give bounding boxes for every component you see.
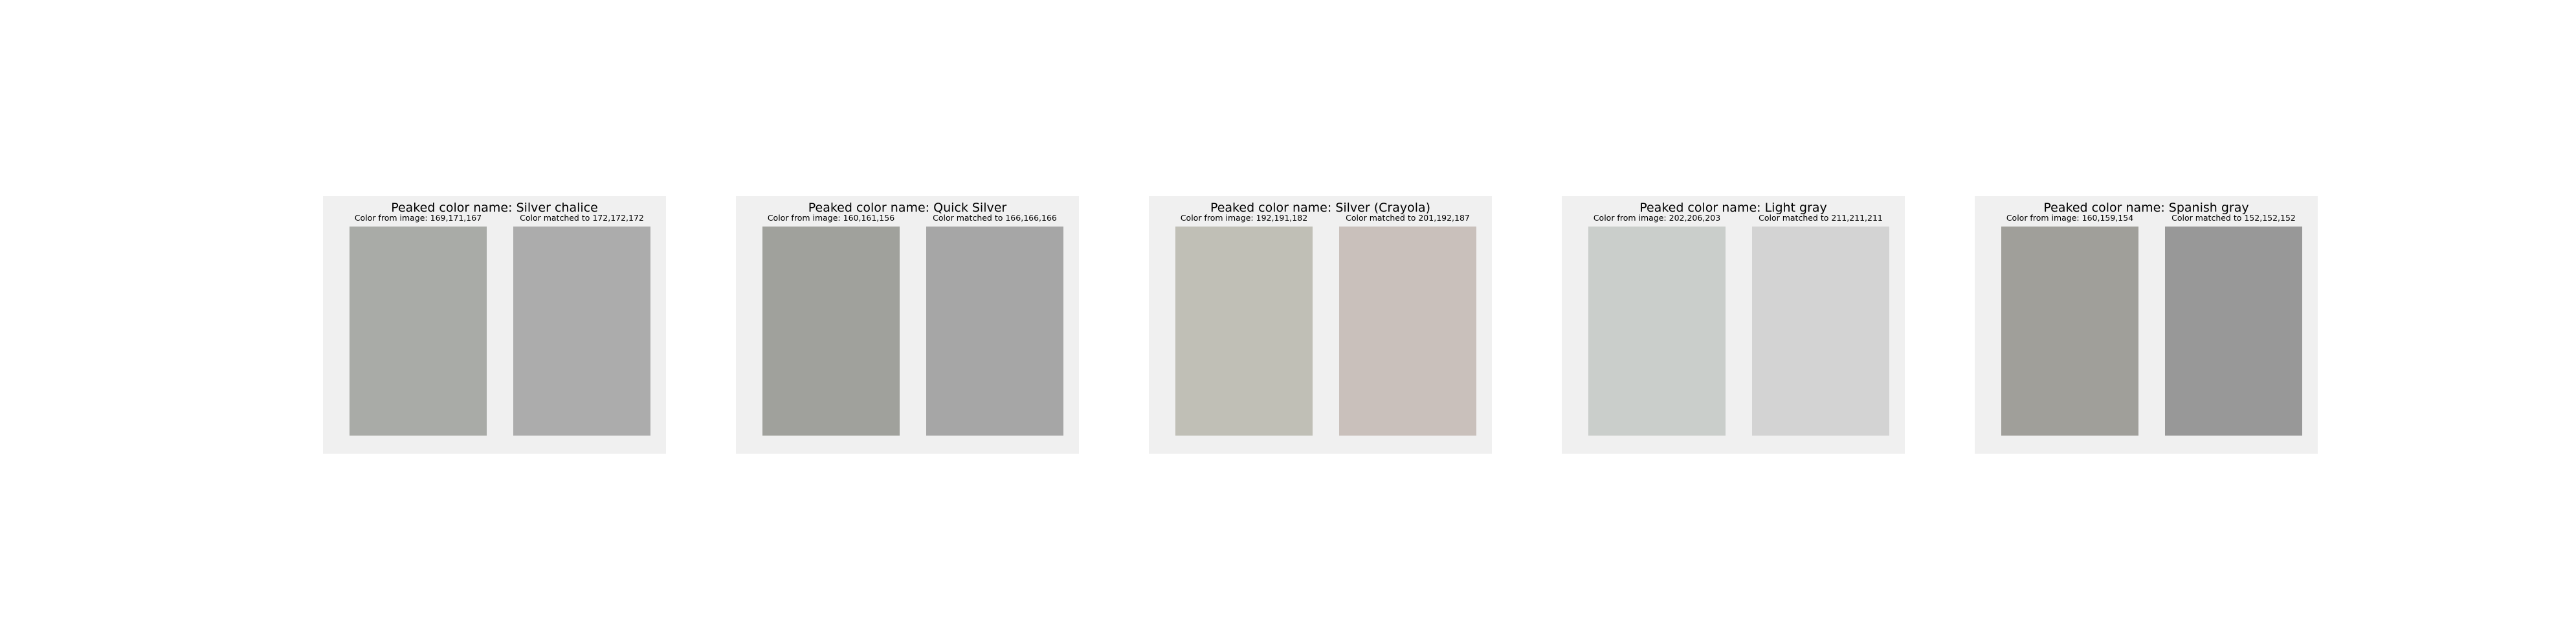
matched-color-swatch	[1752, 227, 1889, 436]
color-panel-1: Peaked color name: Silver chalice Color …	[323, 196, 666, 454]
color-panel-5: Peaked color name: Spanish gray Color fr…	[1975, 196, 2318, 454]
image-color-caption: Color from image: 160,161,156	[767, 213, 895, 223]
matched-color-caption: Color matched to 152,152,152	[2171, 213, 2296, 223]
image-color-caption: Color from image: 169,171,167	[354, 213, 482, 223]
image-color-swatch	[1175, 227, 1313, 436]
image-color-caption: Color from image: 160,159,154	[2006, 213, 2134, 223]
image-color-caption: Color from image: 192,191,182	[1180, 213, 1308, 223]
matched-color-swatch	[513, 227, 650, 436]
matched-color-caption: Color matched to 166,166,166	[933, 213, 1057, 223]
matched-color-swatch	[1339, 227, 1476, 436]
image-color-caption: Color from image: 202,206,203	[1593, 213, 1721, 223]
image-color-swatch	[762, 227, 900, 436]
image-color-swatch	[1588, 227, 1726, 436]
color-panel-3: Peaked color name: Silver (Crayola) Colo…	[1149, 196, 1492, 454]
image-color-swatch	[350, 227, 487, 436]
matched-color-caption: Color matched to 211,211,211	[1759, 213, 1883, 223]
image-color-swatch	[2001, 227, 2138, 436]
matched-color-swatch	[2165, 227, 2302, 436]
matched-color-caption: Color matched to 172,172,172	[520, 213, 644, 223]
matched-color-caption: Color matched to 201,192,187	[1346, 213, 1470, 223]
matched-color-swatch	[926, 227, 1063, 436]
color-panel-2: Peaked color name: Quick Silver Color fr…	[736, 196, 1079, 454]
color-panel-4: Peaked color name: Light gray Color from…	[1562, 196, 1905, 454]
